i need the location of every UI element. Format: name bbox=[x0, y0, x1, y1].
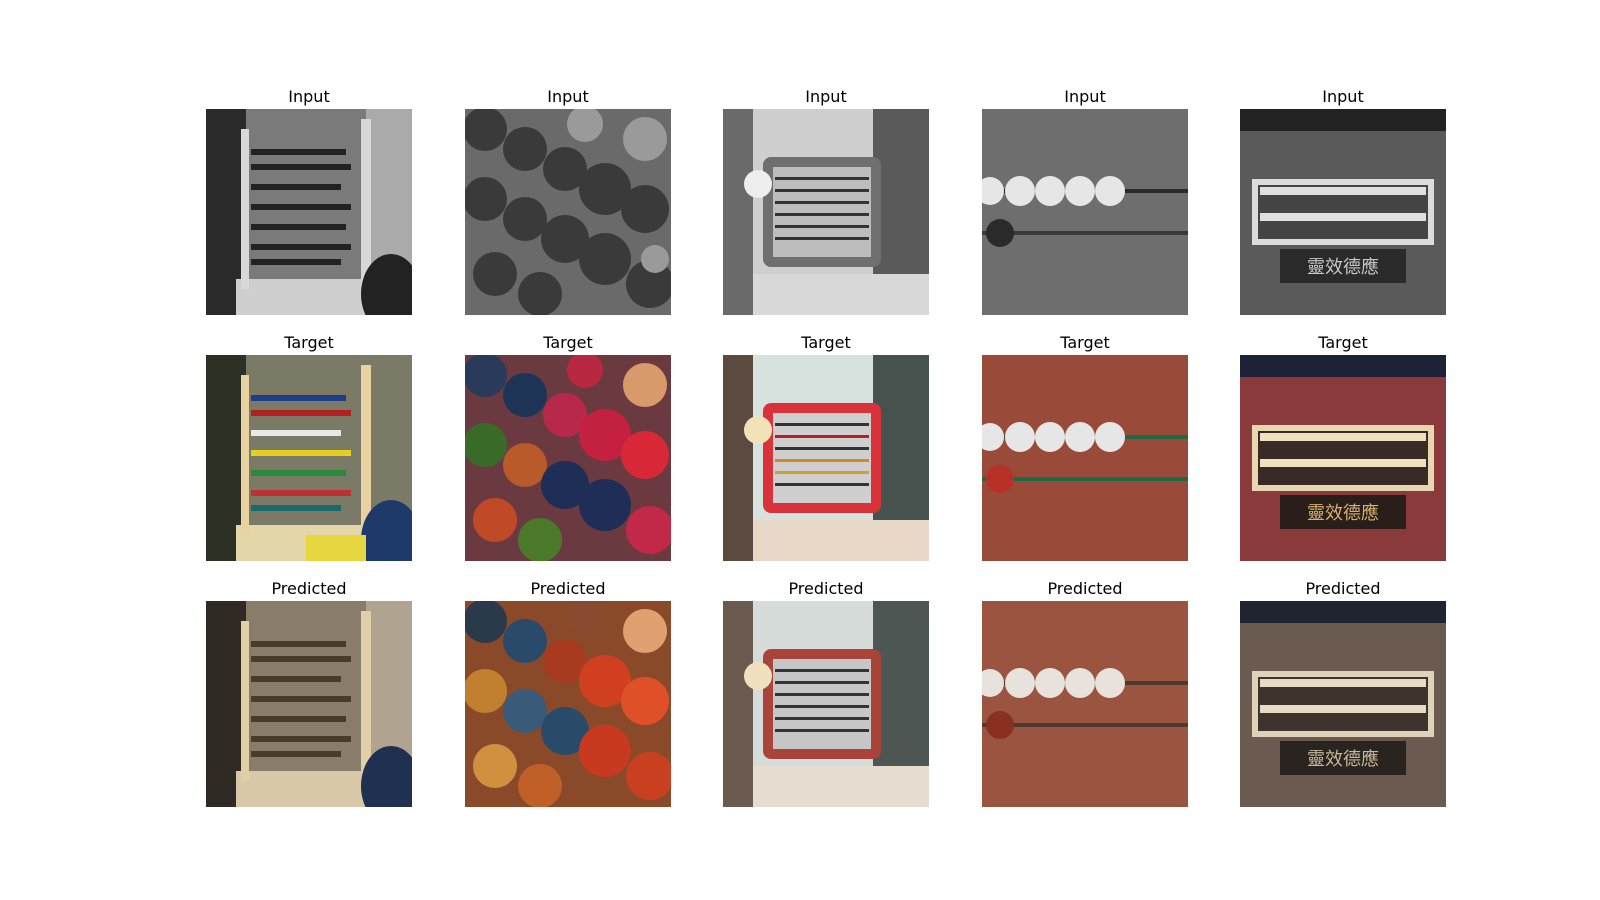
sign-text: 靈效德應 bbox=[1307, 748, 1379, 770]
sign-text: 靈效德應 bbox=[1307, 502, 1379, 524]
panel-title: Target bbox=[543, 333, 593, 352]
panel-title: Input bbox=[1064, 87, 1106, 106]
sign-text: 靈效德應 bbox=[1307, 256, 1379, 278]
panel-title: Input bbox=[288, 87, 330, 106]
abacus-frame-image bbox=[206, 109, 412, 315]
panel-title: Target bbox=[1060, 333, 1110, 352]
panel-title: Predicted bbox=[1305, 579, 1381, 598]
panel-title: Input bbox=[547, 87, 589, 106]
abacus-red-frame-image bbox=[723, 355, 929, 561]
chinese-abacus-sign-image: 靈效德應 bbox=[1240, 355, 1446, 561]
abacus-frame-image bbox=[206, 601, 412, 807]
panel-title: Input bbox=[805, 87, 847, 106]
panel-title: Predicted bbox=[530, 579, 606, 598]
chinese-abacus-sign-image: 靈效德應 bbox=[1240, 109, 1446, 315]
beads-on-rod-image bbox=[982, 109, 1188, 315]
beads-on-rod-image bbox=[982, 601, 1188, 807]
panel-title: Predicted bbox=[788, 579, 864, 598]
bead-closeup-image bbox=[465, 355, 671, 561]
panel-title: Predicted bbox=[271, 579, 347, 598]
chinese-abacus-sign-image: 靈效德應 bbox=[1240, 601, 1446, 807]
abacus-red-frame-image bbox=[723, 601, 929, 807]
panel-title: Input bbox=[1322, 87, 1364, 106]
panel-title: Target bbox=[284, 333, 334, 352]
bead-closeup-image bbox=[465, 109, 671, 315]
panel-title: Target bbox=[1318, 333, 1368, 352]
panel-title: Predicted bbox=[1047, 579, 1123, 598]
bead-closeup-image bbox=[465, 601, 671, 807]
abacus-red-frame-image bbox=[723, 109, 929, 315]
image-grid-figure: Input Input Input Input Input 靈效德應 Targe… bbox=[0, 0, 1600, 900]
panel-title: Target bbox=[801, 333, 851, 352]
abacus-frame-image bbox=[206, 355, 412, 561]
beads-on-rod-image bbox=[982, 355, 1188, 561]
